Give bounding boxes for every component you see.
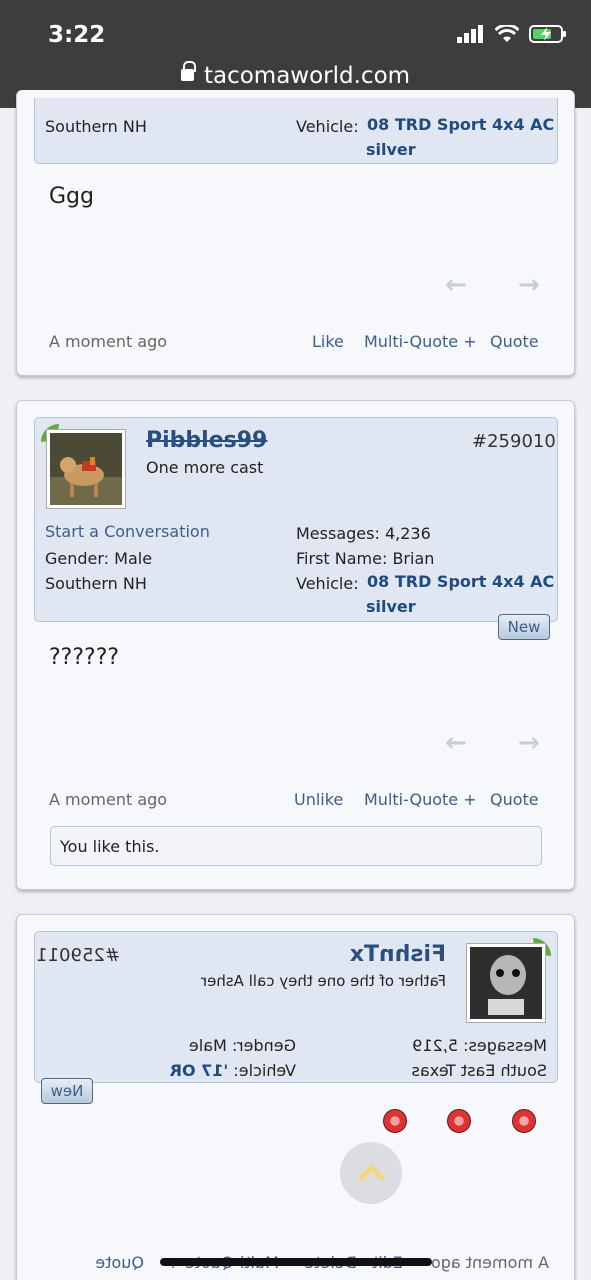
reaction-icon[interactable]: [512, 1109, 536, 1133]
vehicle-link[interactable]: 08 TRD Sport 4x4 AC: [367, 572, 554, 591]
vehicle-link[interactable]: 08 TRD Sport 4x4 AC: [367, 115, 554, 134]
gender-label: Gender: Male: [45, 549, 152, 568]
scroll-to-top-button[interactable]: [340, 1142, 402, 1204]
avatar[interactable]: [46, 429, 126, 509]
user-title: One more cast: [146, 458, 264, 477]
gender-value: Male: [188, 1036, 227, 1055]
avatar-image: [470, 947, 542, 1019]
multi-quote-button[interactable]: Multi-Quote +: [364, 332, 477, 351]
lock-icon: [180, 60, 196, 81]
arrow-left-icon[interactable]: ←: [445, 270, 467, 300]
vehicle-link[interactable]: '17 OR: [170, 1061, 229, 1080]
quote-button[interactable]: Quote: [490, 790, 539, 809]
vehicle-link-line2[interactable]: silver: [366, 140, 416, 159]
vehicle-label: Vehicle:: [296, 574, 359, 593]
new-badge[interactable]: New: [41, 1078, 93, 1104]
user-location: Southern NH: [45, 117, 147, 136]
username-link[interactable]: Pibbles99: [146, 428, 267, 453]
system-icons: [457, 24, 567, 44]
gender-stat: Gender: Male: [189, 1036, 296, 1055]
arrow-left-icon[interactable]: ←: [445, 728, 467, 758]
start-conversation-link[interactable]: Start a Conversation: [45, 522, 210, 541]
vehicle-stat: Vehicle: '17 OR: [170, 1061, 296, 1080]
post-number-link[interactable]: #259011: [36, 945, 120, 966]
first-name-value: Brian: [392, 549, 435, 568]
messages-value: 4,236: [384, 524, 431, 543]
quote-button[interactable]: Quote: [95, 1253, 144, 1272]
username-link[interactable]: FishnTx: [350, 942, 446, 967]
clock: 3:22: [48, 22, 106, 48]
vehicle-link-line2[interactable]: silver: [366, 597, 416, 616]
user-info-box: Pibbles99 One more cast #259010 Start a …: [34, 417, 558, 622]
post-message: ??????: [49, 645, 120, 670]
post-card: Pibbles99 One more cast #259010 Start a …: [16, 400, 575, 890]
home-indicator: [160, 1258, 432, 1266]
unlike-button[interactable]: Unlike: [294, 790, 343, 809]
post-card: FishnTx Father of the one they call Ashe…: [16, 914, 575, 1280]
url-text: tacomaworld.com: [203, 63, 411, 89]
reaction-icon[interactable]: [383, 1109, 407, 1133]
multi-quote-button[interactable]: Multi-Quote +: [364, 790, 477, 809]
reaction-icon[interactable]: [447, 1109, 471, 1133]
like-button[interactable]: Like: [312, 332, 344, 351]
avatar-dog-image: [50, 433, 122, 505]
wifi-icon: [495, 25, 519, 42]
gender-label: Gender:: [231, 1036, 296, 1055]
gender-value: Male: [114, 549, 153, 568]
messages-label: Messages:: [296, 524, 380, 543]
arrow-right-icon[interactable]: →: [518, 270, 540, 300]
vehicle-label: Vehicle:: [233, 1061, 296, 1080]
messages-stat: Messages: 4,236: [296, 524, 431, 543]
post-timestamp: A moment ago: [49, 790, 168, 809]
post-timestamp: A moment ago: [49, 332, 168, 351]
user-info-box: Southern NH Vehicle: 08 TRD Sport 4x4 AC…: [34, 98, 558, 164]
post-number-link[interactable]: #259010: [472, 431, 556, 452]
post-message: Ggg: [49, 184, 94, 209]
battery-charging-icon: [529, 25, 566, 43]
first-name-label: First Name:: [296, 549, 388, 568]
messages-label: Messages:: [463, 1036, 547, 1055]
vehicle-label: Vehicle:: [296, 117, 359, 136]
user-location: Southern NH: [45, 574, 147, 593]
quote-button[interactable]: Quote: [490, 332, 539, 351]
avatar[interactable]: [466, 943, 546, 1023]
post-timestamp: A moment ago: [430, 1253, 549, 1272]
like-notice: You like this.: [50, 826, 542, 866]
first-name-stat: First Name: Brian: [296, 549, 434, 568]
post-card: Southern NH Vehicle: 08 TRD Sport 4x4 AC…: [16, 90, 575, 376]
user-info-box: FishnTx Father of the one they call Ashe…: [34, 931, 558, 1083]
messages-stat: Messages: 5,219: [412, 1036, 547, 1055]
signal-icon: [457, 25, 483, 43]
new-badge[interactable]: New: [498, 614, 550, 640]
gender-label-text: Gender:: [45, 549, 110, 568]
messages-value: 5,219: [412, 1036, 459, 1055]
arrow-right-icon[interactable]: →: [518, 728, 540, 758]
address-bar[interactable]: tacomaworld.com: [0, 60, 591, 89]
user-location: South East Texas: [411, 1061, 547, 1080]
user-title: Father of the one they call Asher: [200, 972, 446, 990]
